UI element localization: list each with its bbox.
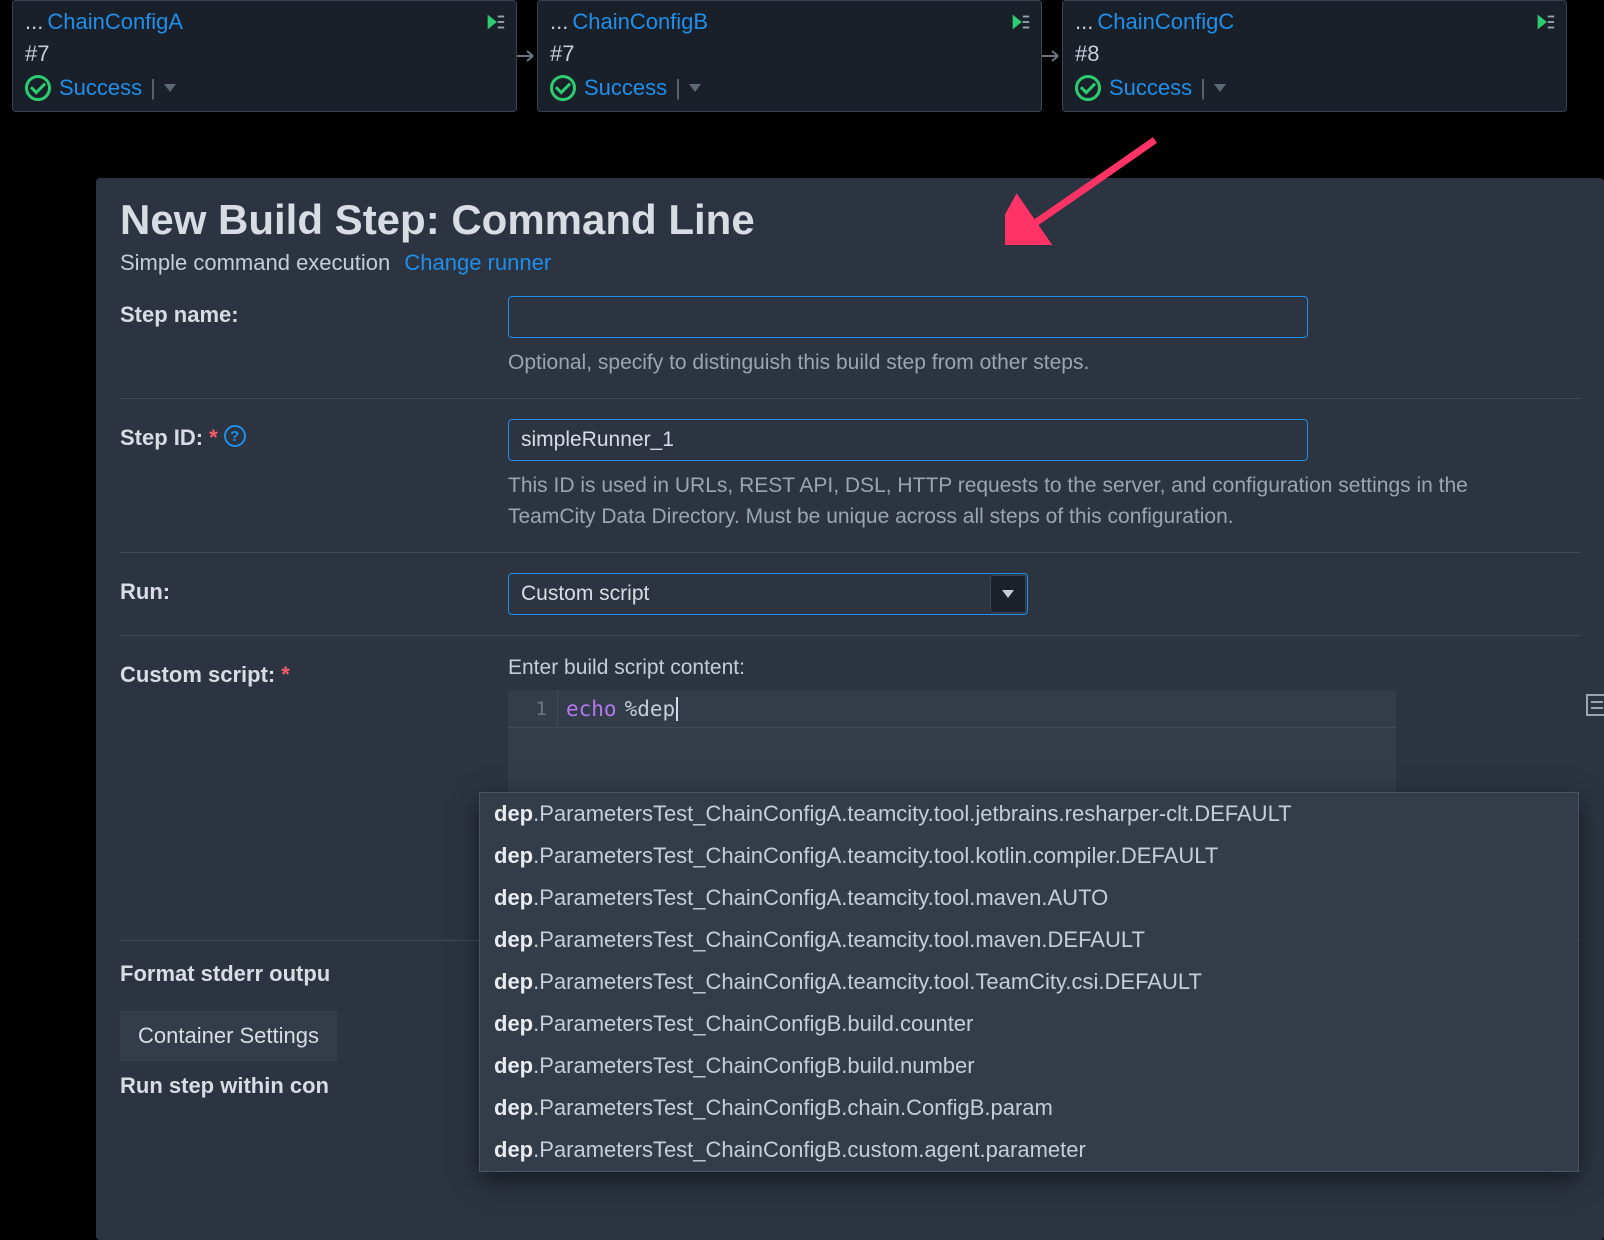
required-icon: * (209, 425, 218, 451)
build-number: #7 (25, 41, 504, 67)
chain-arrow (1042, 46, 1062, 66)
status-link[interactable]: Success (584, 75, 667, 101)
step-name-input[interactable] (508, 296, 1308, 338)
run-icon[interactable] (1534, 11, 1556, 33)
run-icon[interactable] (484, 11, 506, 33)
status-link[interactable]: Success (59, 75, 142, 101)
chevron-down-icon[interactable] (1214, 84, 1226, 92)
build-number: #7 (550, 41, 1029, 67)
help-icon[interactable]: ? (224, 425, 246, 447)
chain-card-c[interactable]: ... ChainConfigC #8 Success | (1062, 0, 1567, 112)
code-token-cmd: echo (566, 697, 617, 721)
chain-arrow (517, 46, 537, 66)
script-prompt: Enter build script content: (508, 656, 1580, 680)
page-title: New Build Step: Command Line (120, 196, 1580, 244)
autocomplete-item[interactable]: dep.ParametersTest_ChainConfigB.build.nu… (480, 1045, 1578, 1087)
step-id-label: Step ID: (120, 425, 203, 451)
step-name-help: Optional, specify to distinguish this bu… (508, 348, 1508, 378)
required-icon: * (281, 662, 290, 688)
ellipsis-icon: ... (25, 9, 43, 35)
chain-title[interactable]: ChainConfigA (47, 9, 183, 35)
row-step-id: Step ID: * ? This ID is used in URLs, RE… (120, 399, 1580, 553)
chain-title[interactable]: ChainConfigB (572, 9, 708, 35)
change-runner-link[interactable]: Change runner (404, 250, 551, 275)
build-step-panel: New Build Step: Command Line Simple comm… (96, 178, 1604, 1240)
autocomplete-popup: dep.ParametersTest_ChainConfigA.teamcity… (479, 792, 1579, 1172)
chain-card-b[interactable]: ... ChainConfigB #7 Success | (537, 0, 1042, 112)
autocomplete-item[interactable]: dep.ParametersTest_ChainConfigA.teamcity… (480, 877, 1578, 919)
run-label: Run: (120, 573, 508, 615)
editor-list-icon[interactable] (1586, 694, 1604, 716)
build-chain-row: ... ChainConfigA #7 Success | ... ChainC… (0, 0, 1604, 112)
chevron-down-icon[interactable] (689, 84, 701, 92)
annotation-arrow-icon (1005, 135, 1165, 245)
success-icon (550, 75, 576, 101)
run-select[interactable]: Custom script (508, 573, 1028, 615)
status-link[interactable]: Success (1109, 75, 1192, 101)
run-icon[interactable] (1009, 11, 1031, 33)
autocomplete-item[interactable]: dep.ParametersTest_ChainConfigA.teamcity… (480, 793, 1578, 835)
chain-title[interactable]: ChainConfigC (1097, 9, 1234, 35)
autocomplete-item[interactable]: dep.ParametersTest_ChainConfigA.teamcity… (480, 835, 1578, 877)
autocomplete-item[interactable]: dep.ParametersTest_ChainConfigB.chain.Co… (480, 1087, 1578, 1129)
step-id-help: This ID is used in URLs, REST API, DSL, … (508, 471, 1508, 532)
chevron-down-icon (1002, 590, 1014, 598)
select-dropdown-button[interactable] (990, 575, 1026, 613)
text-cursor (676, 697, 678, 721)
success-icon (1075, 75, 1101, 101)
chevron-down-icon[interactable] (164, 84, 176, 92)
row-run: Run: Custom script (120, 553, 1580, 636)
success-icon (25, 75, 51, 101)
autocomplete-item[interactable]: dep.ParametersTest_ChainConfigA.teamcity… (480, 961, 1578, 1003)
ellipsis-icon: ... (550, 9, 568, 35)
autocomplete-item[interactable]: dep.ParametersTest_ChainConfigB.build.co… (480, 1003, 1578, 1045)
chain-card-a[interactable]: ... ChainConfigA #7 Success | (12, 0, 517, 112)
subtitle: Simple command execution (120, 250, 390, 275)
build-number: #8 (1075, 41, 1554, 67)
step-name-label: Step name: (120, 296, 508, 378)
code-token-arg: %dep (625, 697, 676, 721)
step-id-input[interactable] (508, 419, 1308, 461)
autocomplete-item[interactable]: dep.ParametersTest_ChainConfigB.custom.a… (480, 1129, 1578, 1171)
container-settings-button[interactable]: Container Settings (120, 1011, 337, 1061)
line-number: 1 (508, 690, 558, 727)
custom-script-label: Custom script: (120, 662, 275, 688)
autocomplete-item[interactable]: dep.ParametersTest_ChainConfigA.teamcity… (480, 919, 1578, 961)
row-step-name: Step name: Optional, specify to distingu… (120, 276, 1580, 399)
ellipsis-icon: ... (1075, 9, 1093, 35)
